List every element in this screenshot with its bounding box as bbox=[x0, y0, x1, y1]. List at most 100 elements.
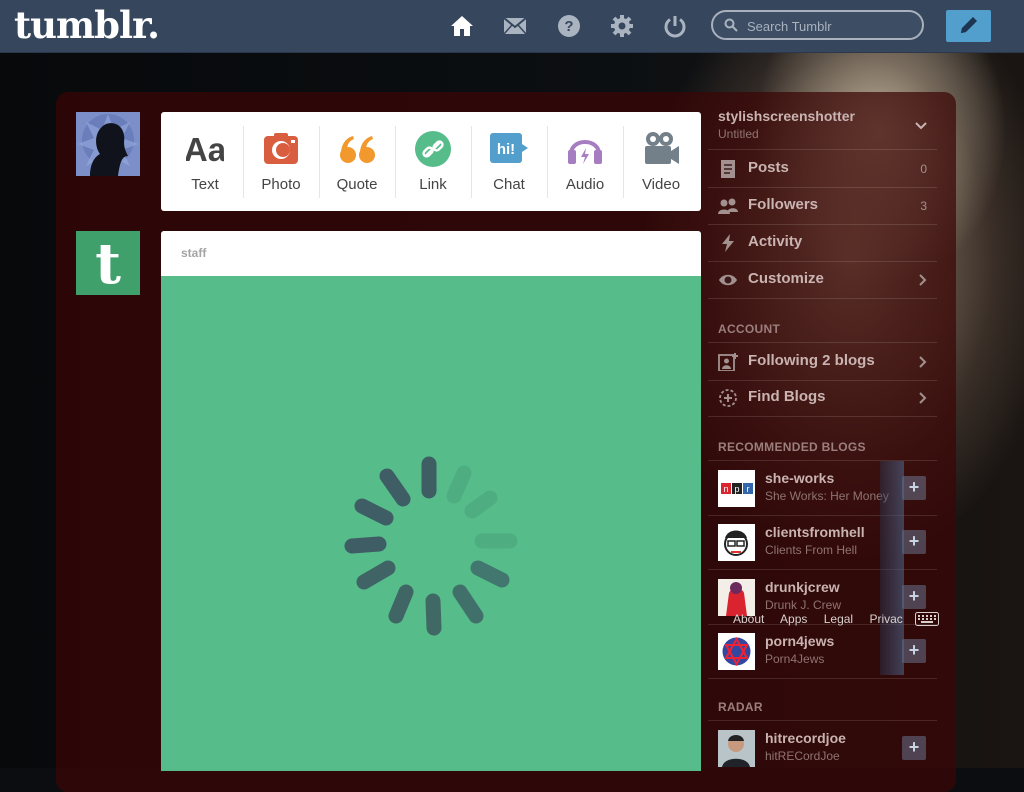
svg-text:n: n bbox=[723, 484, 728, 494]
staff-post: staff bbox=[161, 231, 701, 771]
follow-button[interactable]: + bbox=[902, 530, 926, 554]
blog-avatar bbox=[718, 730, 755, 767]
sidebar-item-followers[interactable]: Followers 3 bbox=[708, 187, 937, 225]
blog-subtitle: Clients From Hell bbox=[765, 543, 858, 557]
compass-icon bbox=[719, 389, 737, 407]
recommended-blogs-heading: RECOMMENDED BLOGS bbox=[718, 440, 866, 454]
sidebar-item-posts[interactable]: Posts 0 bbox=[708, 150, 937, 188]
post-type-bar: Aa Text Photo Quote Link hi! Chat Audio bbox=[161, 112, 701, 211]
svg-text:Aa: Aa bbox=[186, 131, 224, 168]
quote-icon bbox=[338, 130, 376, 168]
follow-button[interactable]: + bbox=[902, 736, 926, 760]
camera-icon bbox=[262, 130, 300, 168]
blog-avatar bbox=[718, 633, 755, 670]
post-type-label: Audio bbox=[565, 176, 605, 193]
blog-name: stylishscreenshotter bbox=[718, 108, 855, 124]
user-avatar[interactable] bbox=[76, 112, 140, 176]
post-type-chat[interactable]: hi! Chat bbox=[471, 112, 547, 211]
svg-text:hi!: hi! bbox=[497, 141, 515, 158]
footer-links: About Apps Legal Privac bbox=[733, 612, 916, 628]
post-type-photo[interactable]: Photo bbox=[243, 112, 319, 211]
post-type-text[interactable]: Aa Text bbox=[167, 112, 243, 211]
home-icon[interactable] bbox=[450, 14, 474, 38]
following-icon bbox=[718, 353, 738, 371]
post-type-video[interactable]: Video bbox=[623, 112, 699, 211]
radar-blog-item[interactable]: hitrecordjoe hitRECordJoe + bbox=[708, 720, 937, 775]
posts-icon bbox=[721, 160, 735, 178]
footer-link-about[interactable]: About bbox=[733, 612, 764, 626]
post-author-name[interactable]: staff bbox=[181, 246, 206, 260]
svg-text:t: t bbox=[95, 231, 121, 295]
sidebar-item-label: Followers bbox=[748, 196, 819, 213]
blog-subtitle: hitRECordJoe bbox=[765, 749, 840, 763]
follow-button[interactable]: + bbox=[902, 476, 926, 500]
chevron-right-icon bbox=[919, 356, 927, 368]
sidebar-item-following[interactable]: Following 2 blogs bbox=[708, 342, 937, 381]
chevron-down-icon bbox=[915, 122, 927, 130]
post-header: staff bbox=[161, 231, 701, 276]
sidebar-item-customize[interactable]: Customize bbox=[708, 261, 937, 299]
blog-name: hitrecordjoe bbox=[765, 730, 846, 746]
sidebar-item-label: Activity bbox=[748, 233, 803, 250]
blog-subtitle: Porn4Jews bbox=[765, 652, 825, 666]
help-icon[interactable]: ? bbox=[557, 14, 581, 38]
loading-spinner-icon bbox=[344, 456, 518, 636]
post-type-label: Video bbox=[641, 176, 681, 193]
blog-title: Untitled bbox=[718, 127, 759, 141]
followers-count: 3 bbox=[920, 199, 927, 213]
post-type-label: Quote bbox=[336, 176, 378, 193]
radar-heading: RADAR bbox=[718, 700, 763, 714]
blog-name: she-works bbox=[765, 470, 835, 486]
post-type-label: Photo bbox=[261, 176, 301, 193]
blog-name: clientsfromhell bbox=[765, 524, 865, 540]
post-type-label: Text bbox=[191, 176, 219, 193]
headphones-icon bbox=[566, 130, 604, 168]
footer-link-privacy[interactable]: Privac bbox=[869, 612, 902, 626]
eye-icon bbox=[719, 274, 737, 286]
search-box[interactable] bbox=[711, 10, 924, 40]
staff-avatar[interactable]: t bbox=[76, 231, 140, 297]
sidebar-item-activity[interactable]: Activity bbox=[708, 224, 937, 262]
blog-avatar: npr bbox=[718, 470, 755, 507]
chevron-right-icon bbox=[919, 392, 927, 404]
pencil-icon bbox=[961, 17, 977, 33]
account-heading: ACCOUNT bbox=[718, 322, 781, 336]
blog-avatar bbox=[718, 524, 755, 561]
recommended-scroll-shade bbox=[880, 461, 904, 675]
mail-icon[interactable] bbox=[503, 14, 527, 38]
blog-name: porn4jews bbox=[765, 633, 835, 649]
svg-text:r: r bbox=[747, 484, 750, 494]
footer-link-apps[interactable]: Apps bbox=[780, 612, 807, 626]
blog-subtitle: Drunk J. Crew bbox=[765, 598, 842, 612]
posts-count: 0 bbox=[920, 162, 927, 176]
sidebar-item-label: Posts bbox=[748, 159, 789, 176]
post-type-audio[interactable]: Audio bbox=[547, 112, 623, 211]
chat-icon: hi! bbox=[490, 130, 528, 168]
top-navigation-bar: tumblr. ? bbox=[0, 0, 1024, 53]
text-icon: Aa bbox=[184, 130, 227, 168]
power-icon[interactable] bbox=[663, 14, 687, 38]
svg-text:p: p bbox=[734, 484, 739, 494]
post-type-label: Link bbox=[419, 176, 447, 193]
post-type-quote[interactable]: Quote bbox=[319, 112, 395, 211]
svg-text:?: ? bbox=[564, 18, 573, 35]
blog-subtitle: She Works: Her Money bbox=[765, 489, 889, 503]
footer-link-legal[interactable]: Legal bbox=[824, 612, 853, 626]
settings-icon[interactable] bbox=[610, 14, 634, 38]
compose-post-button[interactable] bbox=[946, 10, 991, 42]
keyboard-shortcuts-icon[interactable] bbox=[915, 612, 939, 626]
video-camera-icon bbox=[642, 130, 680, 168]
tumblr-t-logo-icon: t bbox=[95, 231, 121, 297]
blog-switcher[interactable]: stylishscreenshotter Untitled bbox=[708, 100, 937, 150]
post-type-link[interactable]: Link bbox=[395, 112, 471, 211]
follow-button[interactable]: + bbox=[902, 639, 926, 663]
lightning-icon bbox=[722, 234, 734, 252]
tumblr-logo[interactable]: tumblr. bbox=[14, 3, 160, 47]
follow-button[interactable]: + bbox=[902, 585, 926, 609]
sidebar-item-find-blogs[interactable]: Find Blogs bbox=[708, 379, 937, 417]
search-input[interactable] bbox=[745, 16, 919, 36]
user-silhouette-icon bbox=[78, 114, 138, 176]
post-type-label: Chat bbox=[493, 176, 525, 193]
sidebar-item-label: Following 2 blogs bbox=[748, 352, 875, 369]
search-icon bbox=[724, 18, 738, 32]
